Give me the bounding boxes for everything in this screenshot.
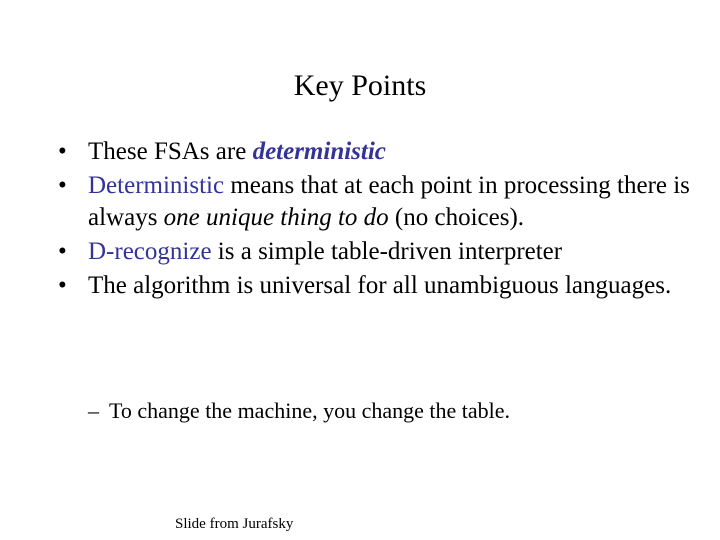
sub-bullet-marker: –: [88, 398, 99, 423]
bullet-marker: •: [58, 138, 67, 165]
term-deterministic: Deterministic: [88, 172, 225, 199]
bullet-text: is a simple table-driven interpreter: [211, 238, 563, 265]
bullet-marker: •: [58, 172, 67, 199]
sub-bullet-text: To change the machine, you change the ta…: [109, 398, 511, 423]
sub-bullet: – To change the machine, you change the t…: [88, 397, 510, 425]
emphasis-deterministic: deterministic: [252, 138, 386, 165]
bullet-item: • These FSAs are deterministic: [58, 136, 698, 168]
bullet-marker: •: [58, 238, 67, 265]
bullet-item: • D-recognize is a simple table-driven i…: [58, 236, 698, 268]
bullet-text: The algorithm is universal for all unamb…: [88, 272, 672, 299]
slide-title: Key Points: [293, 69, 427, 102]
bullet-item: • The algorithm is universal for all una…: [58, 270, 698, 302]
bullet-marker: •: [58, 272, 67, 299]
bullet-list: • These FSAs are deterministic • Determi…: [58, 136, 698, 304]
bullet-text: These FSAs are: [88, 138, 253, 165]
bullet-text: (no choices).: [388, 204, 525, 231]
term-d-recognize: D-recognize: [88, 238, 212, 265]
bullet-item: • Deterministic means that at each point…: [58, 170, 698, 234]
emphasis-unique-thing: one unique thing to do: [163, 204, 389, 231]
slide-footer: Slide from Jurafsky: [175, 516, 294, 532]
